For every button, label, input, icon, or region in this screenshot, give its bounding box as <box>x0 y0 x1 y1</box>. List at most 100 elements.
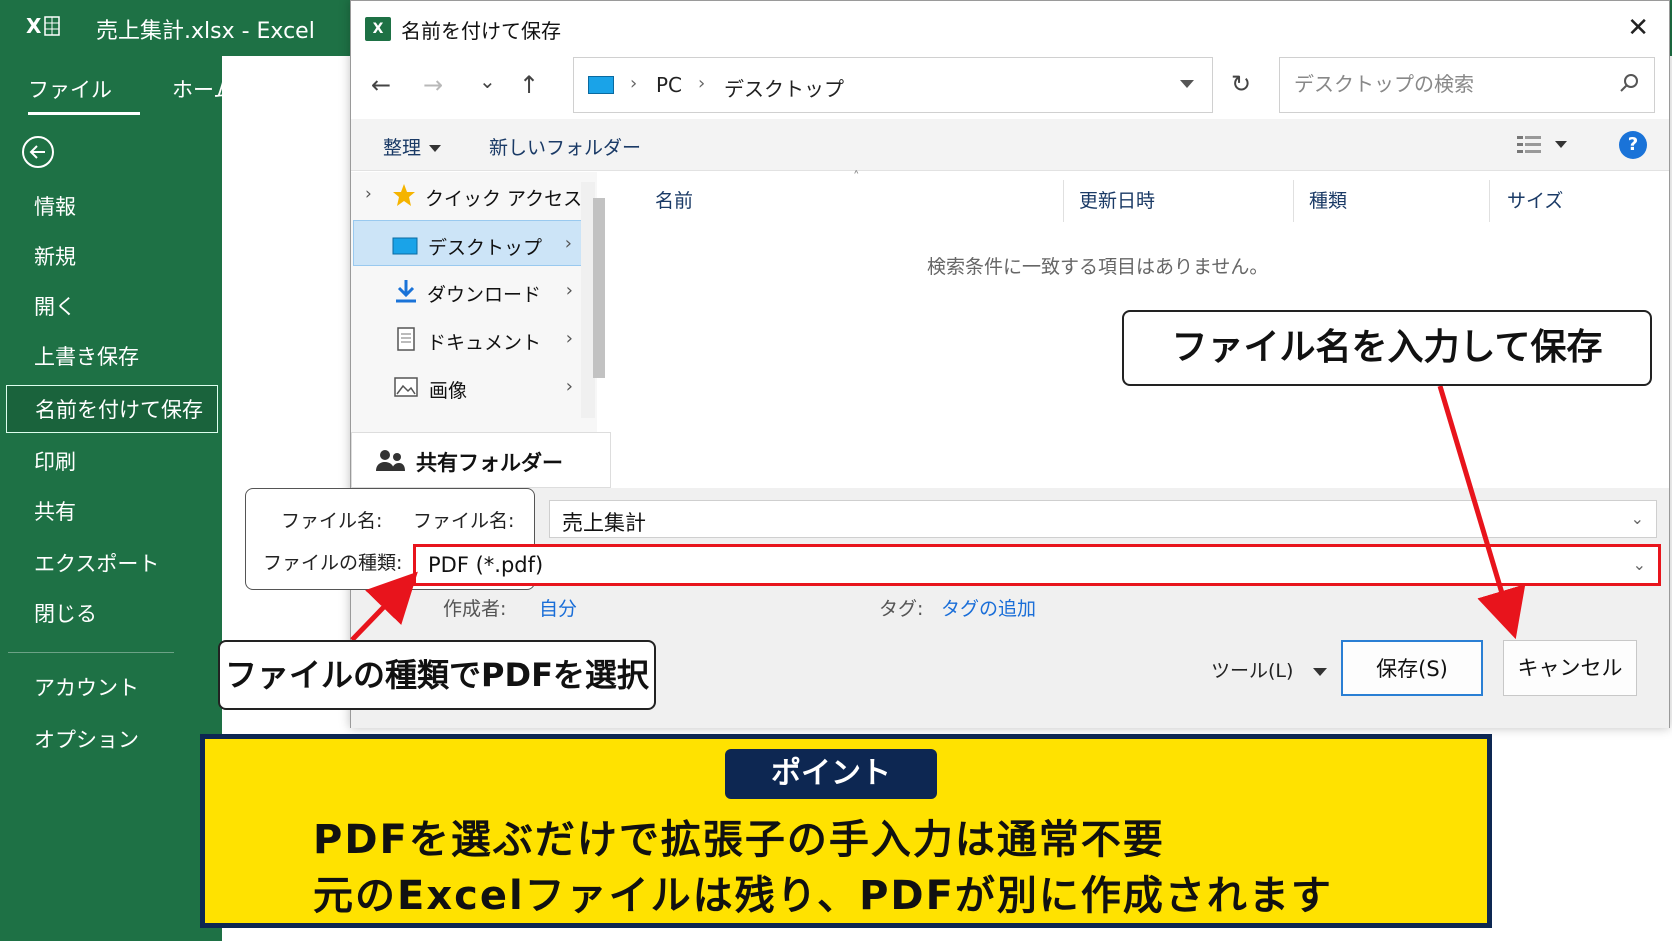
chevron-right-icon: › <box>565 376 573 397</box>
sort-caret-icon: ˄ <box>853 170 860 185</box>
nav-scrollbar-thumb[interactable] <box>593 198 605 378</box>
help-icon[interactable]: ? <box>1619 131 1647 159</box>
chevron-right-icon: › <box>565 328 573 349</box>
column-header-modified[interactable]: 更新日時 <box>1079 186 1155 213</box>
empty-result-message: 検索条件に一致する項目はありません。 <box>927 256 1269 278</box>
nav-label: 画像 <box>429 380 468 402</box>
tools-menu[interactable]: ツール(L) <box>1211 656 1328 683</box>
breadcrumb-desktop[interactable]: デスクトップ <box>724 73 844 102</box>
column-divider[interactable] <box>1293 180 1294 222</box>
backstage-item-close[interactable]: 閉じる <box>6 590 218 638</box>
column-header-size[interactable]: サイズ <box>1507 186 1563 213</box>
arrow-left-icon <box>29 145 45 159</box>
tab-insert[interactable]: 挿入 <box>270 74 312 104</box>
nav-item-quick-access[interactable]: › クイック アクセス <box>353 172 583 218</box>
nav-item-pictures[interactable]: 画像 › <box>353 364 583 410</box>
backstage-item-export[interactable]: エクスポート <box>6 540 218 588</box>
column-divider[interactable] <box>1063 180 1064 222</box>
sheet-grid-icon <box>44 16 60 36</box>
nav-label: デスクトップ <box>428 237 543 259</box>
point-line-1: PDFを選ぶだけで拡張子の手入力は通常不要 <box>313 817 1165 863</box>
back-arrow-icon[interactable] <box>22 136 54 168</box>
tags-add-link[interactable]: タグの追加 <box>941 594 1036 621</box>
nav-label: クイック アクセス <box>425 188 583 210</box>
backstage-divider <box>8 652 174 653</box>
excel-logo-text: X <box>26 14 42 38</box>
view-caret-icon[interactable] <box>1555 141 1567 148</box>
close-icon[interactable]: ✕ <box>1627 13 1649 43</box>
backstage-panel: X 売上集計.xlsx - Excel ファイル ホーム 挿入 情報 新規 開く… <box>0 0 315 941</box>
ribbon-tabs: ファイル ホーム 挿入 <box>0 56 352 116</box>
view-options-icon[interactable] <box>1515 133 1545 157</box>
nav-item-downloads[interactable]: ダウンロード › <box>353 268 583 314</box>
organize-label: 整理 <box>383 137 422 159</box>
up-icon[interactable]: ↑ <box>519 71 539 99</box>
forward-icon[interactable]: → <box>423 71 443 99</box>
backstage-item-open[interactable]: 開く <box>6 283 218 331</box>
chevron-right-icon: › <box>630 73 638 94</box>
desktop-icon <box>392 237 418 255</box>
caret-down-icon <box>1313 667 1328 676</box>
nav-item-desktop[interactable]: デスクトップ › <box>353 220 583 266</box>
new-folder-button[interactable]: 新しいフォルダー <box>489 133 641 160</box>
callout-save-hint: ファイル名を入力して保存 <box>1122 310 1652 386</box>
callout-filetype-hint: ファイルの種類でPDFを選択 <box>218 640 656 710</box>
refresh-icon[interactable]: ↻ <box>1231 70 1251 98</box>
download-icon <box>396 280 416 303</box>
address-bar[interactable]: › PC › デスクトップ <box>573 57 1213 113</box>
column-divider[interactable] <box>1489 180 1490 222</box>
column-header-type[interactable]: 種類 <box>1309 186 1347 213</box>
point-badge: ポイント <box>725 749 937 799</box>
tab-home[interactable]: ホーム <box>172 74 234 104</box>
nav-item-documents[interactable]: ドキュメント › <box>353 316 583 362</box>
organize-button[interactable]: 整理 <box>383 133 442 160</box>
users-icon <box>376 450 405 471</box>
search-icon[interactable] <box>1618 72 1640 94</box>
backstage-item-share[interactable]: 共有 <box>6 488 218 536</box>
backstage-item-print[interactable]: 印刷 <box>6 438 218 486</box>
author-label: 作成者: <box>443 598 507 620</box>
expand-icon[interactable]: › <box>365 184 372 204</box>
backstage-item-new[interactable]: 新規 <box>6 233 218 281</box>
recent-locations-icon[interactable]: ⌄ <box>479 69 496 93</box>
author-value[interactable]: 自分 <box>539 594 577 621</box>
save-button[interactable]: 保存(S) <box>1341 640 1483 696</box>
chevron-right-icon: › <box>698 73 706 94</box>
address-dropdown-icon[interactable] <box>1180 80 1194 88</box>
dialog-titlebar: X 名前を付けて保存 ✕ <box>351 1 1669 57</box>
column-header-name[interactable]: 名前 <box>655 186 693 213</box>
backstage-item-account[interactable]: アカウント <box>6 664 218 712</box>
tools-label: ツール(L) <box>1211 660 1294 682</box>
filetype-highlight-frame <box>413 544 1661 586</box>
breadcrumb-pc[interactable]: PC <box>656 73 682 97</box>
backstage-item-save-as[interactable]: 名前を付けて保存 <box>6 385 218 433</box>
backstage-item-info[interactable]: 情報 <box>6 183 218 231</box>
shared-folder-label: 共有フォルダー <box>416 451 563 475</box>
dialog-title: 名前を付けて保存 <box>401 19 561 43</box>
search-box <box>1279 57 1655 113</box>
navigation-pane: › クイック アクセス デスクトップ › ダウンロード › ドキュメント › 画… <box>351 172 611 488</box>
back-icon[interactable]: ← <box>371 71 391 99</box>
excel-icon: X <box>365 17 391 41</box>
window-title: 売上集計.xlsx - Excel <box>96 19 315 44</box>
nav-item-shared-folder[interactable]: 共有フォルダー <box>351 432 611 488</box>
excel-logo-icon: X <box>26 14 62 42</box>
caret-down-icon <box>429 145 442 152</box>
cancel-button[interactable]: キャンセル <box>1503 640 1637 696</box>
point-banner: ポイント PDFを選ぶだけで拡張子の手入力は通常不要 元のExcelファイルは残… <box>200 734 1492 928</box>
filetype-label: ファイルの種類: <box>263 552 403 574</box>
chevron-right-icon: › <box>564 233 572 254</box>
backstage-item-save[interactable]: 上書き保存 <box>6 333 218 381</box>
command-bar: 整理 新しいフォルダー ? <box>351 119 1669 171</box>
nav-label: ダウンロード <box>427 284 542 306</box>
filename-field[interactable]: 売上集計 ⌄ <box>549 500 1657 538</box>
chevron-down-icon[interactable]: ⌄ <box>1631 509 1644 528</box>
point-line-2: 元のExcelファイルは残り、PDFが別に作成されます <box>313 873 1333 919</box>
search-input[interactable] <box>1294 72 1604 96</box>
desktop-folder-icon <box>588 76 614 94</box>
star-icon <box>393 184 415 206</box>
backstage-item-options[interactable]: オプション <box>6 716 218 764</box>
filename-label: ファイル名: <box>281 510 383 532</box>
document-icon <box>397 327 415 351</box>
tab-file[interactable]: ファイル <box>28 74 140 115</box>
